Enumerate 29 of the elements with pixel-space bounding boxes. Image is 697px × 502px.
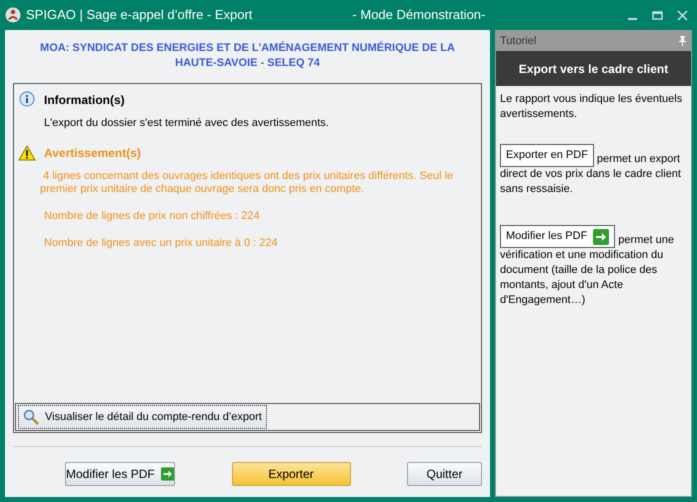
footer-button[interactable]: Exporter (232, 462, 350, 486)
header-title: MOA: SYNDICAT DES ENERGIES ET DE L'AMÉNAGEMENT NUMÉRIQUE DE LA HAUTE-SAVOIE - SELEQ 74 (39, 41, 456, 71)
maximize-icon[interactable] (652, 10, 663, 20)
window-title: SPIGAO | Sage e-appel d’offre - Export (26, 6, 252, 24)
section-title: Information(s) (44, 92, 125, 109)
tutorial-text: vérification et une modification du document (taille de la police des montants, ajout d'un Acte d'Engagement…) (500, 248, 664, 308)
tutorial-intro: Le rapport vous indique les éventuels avertissements. (500, 92, 684, 122)
report-detail-button[interactable]: Visualiser le détail du compte-rendu d’export (18, 405, 267, 429)
app-logo-icon (5, 7, 21, 23)
tutorial-button[interactable]: Modifier les PDF (500, 225, 616, 248)
report-message: 4 lignes concernant des ouvrages identiques ont des prix unitaires différents. Seul le premier prix unitaire de chaque ouvrage sera donc pris en compte. (39, 170, 454, 196)
report-message: L'export du dossier s'est terminé avec des avertissements. (43, 117, 330, 130)
info-icon (18, 91, 36, 109)
footer-button[interactable]: Quitter (407, 462, 482, 486)
footer-button[interactable]: Modifier les PDF (65, 462, 175, 486)
tutorial-title: Tutoriel (500, 34, 536, 49)
tutorial-text: permet une (618, 233, 674, 248)
warning-icon (18, 145, 36, 161)
tutorial-button[interactable]: Exporter en PDF (500, 144, 594, 167)
close-icon[interactable] (677, 10, 688, 20)
section-title: Avertissement(s) (44, 145, 141, 162)
report-message: Nombre de lignes avec un prix unitaire à 0 : 224 (43, 237, 279, 250)
tutorial-heading: Export vers le cadre client (518, 60, 668, 78)
tutorial-text: permet un export (596, 152, 680, 167)
pin-icon[interactable] (678, 36, 687, 46)
report-message: Nombre de lignes de prix non chiffrées : 224 (43, 210, 261, 223)
tutorial-text: direct de vos prix dans le cadre client sans ressaisie. (500, 167, 682, 197)
mode-label: - Mode Démonstration- (352, 6, 486, 24)
search-icon (23, 409, 39, 425)
